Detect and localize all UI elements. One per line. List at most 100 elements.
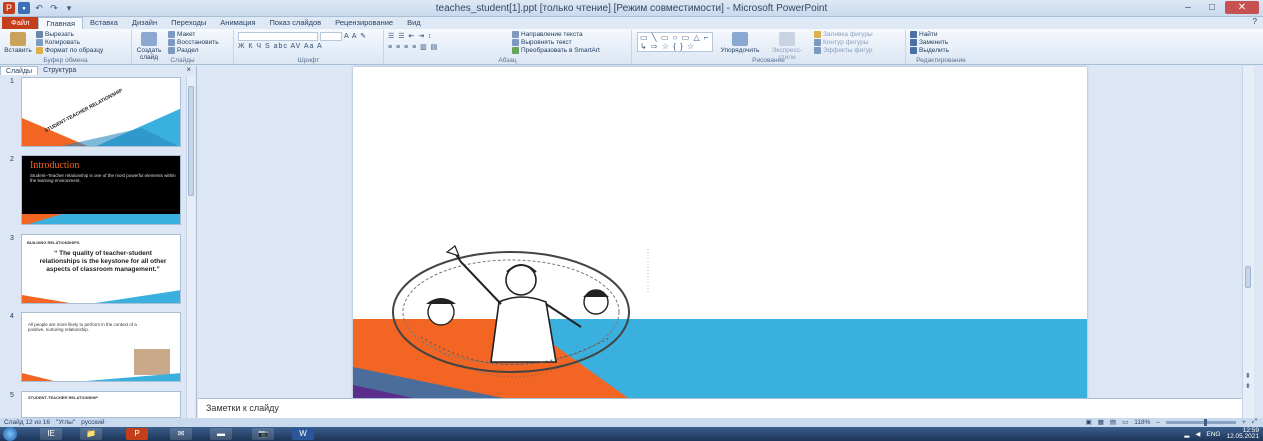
- teacher-illustration: [392, 245, 630, 378]
- taskbar-app-icon[interactable]: ▬: [210, 428, 232, 440]
- minimize-button[interactable]: –: [1177, 1, 1199, 14]
- select-button[interactable]: Выделить: [910, 47, 949, 54]
- replace-label: Заменить: [919, 39, 949, 46]
- layout-button[interactable]: Макет: [168, 31, 195, 38]
- tab-view[interactable]: Вид: [400, 17, 428, 29]
- sorter-view-icon[interactable]: ▦: [1098, 418, 1104, 426]
- tab-slideshow[interactable]: Показ слайдов: [263, 17, 329, 29]
- zoom-slider[interactable]: [1166, 418, 1236, 426]
- layout-icon: [168, 31, 175, 38]
- taskbar-camera-icon[interactable]: 📷: [252, 428, 274, 440]
- zoom-in-icon[interactable]: +: [1242, 419, 1246, 426]
- slide-thumbnail-3[interactable]: BUILDING RELATIONSHIPS “ The quality of …: [21, 234, 181, 304]
- tab-slides[interactable]: Слайды: [0, 66, 39, 75]
- shapes-gallery[interactable]: ▭ ╲ ▭ ○ ▭ △ ⌐ ↳ ⇨ ☆ { } ☆: [637, 32, 713, 52]
- shape-fill-label: Заливка фигуры: [823, 31, 873, 38]
- tab-file[interactable]: Файл: [2, 17, 39, 29]
- taskbar-explorer-icon[interactable]: 📁: [80, 428, 102, 440]
- font-name-combo[interactable]: [238, 32, 318, 41]
- shape-effects-button[interactable]: Эффекты фигур: [814, 47, 873, 54]
- fit-slide-icon[interactable]: ⤢: [1252, 418, 1257, 426]
- current-slide[interactable]: [353, 67, 1087, 398]
- theme-name: "Углы": [56, 419, 76, 426]
- editing-group: Найти Заменить Выделить Редактирование: [906, 30, 976, 64]
- find-button[interactable]: Найти: [910, 31, 938, 38]
- maximize-button[interactable]: □: [1201, 1, 1223, 14]
- zoom-out-icon[interactable]: –: [1156, 419, 1160, 426]
- clock[interactable]: 12:59 12.05.2021: [1226, 427, 1259, 441]
- paste-button[interactable]: Вставить: [3, 32, 33, 54]
- section-button[interactable]: Раздел: [168, 47, 198, 54]
- slide-2-art: [22, 214, 180, 224]
- scrollbar-thumb[interactable]: [1245, 266, 1251, 288]
- scissors-icon: [36, 31, 43, 38]
- tab-outline[interactable]: Структура: [38, 66, 81, 75]
- help-icon[interactable]: ?: [1253, 17, 1257, 26]
- slides-panel-scrollbar[interactable]: [186, 76, 195, 418]
- network-icon[interactable]: ▂: [1184, 430, 1189, 438]
- tab-review[interactable]: Рецензирование: [328, 17, 400, 29]
- section-icon: [168, 47, 175, 54]
- slide-scrollbar[interactable]: ⇞ ⇟: [1242, 66, 1254, 418]
- align-text-button[interactable]: Выровнять текст: [512, 39, 572, 46]
- normal-view-icon[interactable]: ▣: [1086, 418, 1092, 426]
- zoom-slider-thumb[interactable]: [1204, 418, 1207, 426]
- slide-number: 5: [10, 392, 14, 399]
- font-size-combo[interactable]: [320, 32, 342, 41]
- arrange-icon: [732, 32, 748, 46]
- reset-icon: [168, 39, 175, 46]
- zoom-level[interactable]: 118%: [1134, 419, 1150, 426]
- slide-thumbnail-2[interactable]: Introduction Student–Teacher relationshi…: [21, 155, 181, 225]
- volume-icon[interactable]: ◀: [1195, 430, 1200, 438]
- tab-animations[interactable]: Анимация: [213, 17, 262, 29]
- ribbon: Вставить Вырезать Копировать Формат по о…: [0, 29, 1263, 65]
- select-label: Выделить: [919, 47, 949, 54]
- smartart-button[interactable]: Преобразовать в SmartArt: [512, 47, 600, 54]
- slide-thumbnail-5[interactable]: STUDENT-TEACHER RELATIONSHIP: [21, 391, 181, 418]
- paragraph-group-label: Абзац: [498, 57, 517, 64]
- window-title: teaches_student[1].ppt [только чтение] […: [435, 3, 828, 14]
- shape-outline-button[interactable]: Контур фигуры: [814, 39, 868, 46]
- taskbar-word-icon[interactable]: W: [292, 428, 314, 440]
- reading-view-icon[interactable]: ▤: [1110, 418, 1116, 426]
- reset-button[interactable]: Восстановить: [168, 39, 219, 46]
- list-controls[interactable]: ☰ ☰ ⇤ ⇥ ↕: [388, 32, 433, 40]
- replace-button[interactable]: Заменить: [910, 39, 948, 46]
- slide-thumbnail-4[interactable]: All people are more likely to perform in…: [21, 312, 181, 382]
- tab-insert[interactable]: Вставка: [83, 17, 125, 29]
- slide-5-title: STUDENT-TEACHER RELATIONSHIP: [28, 395, 98, 400]
- taskbar-powerpoint-icon[interactable]: P: [126, 428, 148, 440]
- start-button[interactable]: [3, 427, 17, 441]
- close-icon[interactable]: ×: [186, 65, 191, 74]
- font-size-controls[interactable]: A A ✎: [344, 32, 367, 40]
- tab-home[interactable]: Главная: [38, 17, 83, 29]
- taskbar-ie-icon[interactable]: IE: [40, 428, 62, 440]
- align-controls[interactable]: ≡ ≡ ≡ ≡ ▥ ▤: [388, 43, 438, 51]
- copy-icon: [36, 39, 43, 46]
- window-controls: – □ ✕: [1177, 1, 1259, 14]
- language-indicator[interactable]: русский: [81, 419, 104, 426]
- slide-number: 3: [10, 235, 14, 242]
- slideshow-view-icon[interactable]: ▭: [1122, 418, 1128, 426]
- paragraph-group: ☰ ☰ ⇤ ⇥ ↕ ≡ ≡ ≡ ≡ ▥ ▤ Направление текста…: [384, 30, 632, 64]
- tab-transitions[interactable]: Переходы: [164, 17, 213, 29]
- slide-thumbnail-1[interactable]: STUDENT-TEACHER RELATIONSHIP: [21, 77, 181, 147]
- taskbar-mail-icon[interactable]: ✉: [170, 428, 192, 440]
- smartart-label: Преобразовать в SmartArt: [521, 47, 600, 54]
- shape-fill-button[interactable]: Заливка фигуры: [814, 31, 873, 38]
- keyboard-language[interactable]: ENG: [1206, 431, 1220, 438]
- copy-button[interactable]: Копировать: [36, 39, 80, 46]
- arrange-button[interactable]: Упорядочить: [720, 32, 760, 54]
- slide-number: 2: [10, 156, 14, 163]
- text-direction-button[interactable]: Направление текста: [512, 31, 583, 38]
- close-button[interactable]: ✕: [1225, 1, 1259, 14]
- scrollbar-thumb[interactable]: [188, 86, 194, 196]
- format-painter-button[interactable]: Формат по образцу: [36, 47, 103, 54]
- tab-design[interactable]: Дизайн: [125, 17, 164, 29]
- next-slide-icon[interactable]: ⇟: [1245, 382, 1251, 390]
- prev-slide-icon[interactable]: ⇞: [1245, 372, 1251, 380]
- cut-button[interactable]: Вырезать: [36, 31, 74, 38]
- section-label: Раздел: [177, 47, 199, 54]
- notes-pane[interactable]: Заметки к слайду: [198, 398, 1242, 418]
- font-style-controls[interactable]: Ж К Ч S abc AV Aa A: [238, 43, 323, 50]
